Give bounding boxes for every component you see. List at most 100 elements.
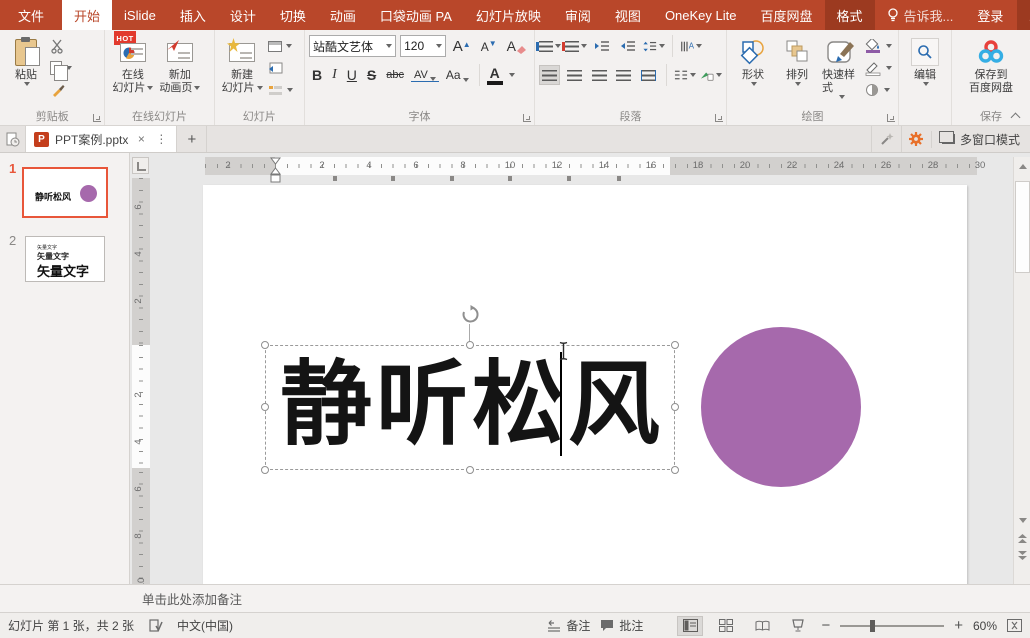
menu-tab--[interactable]: 审阅 — [553, 0, 603, 30]
distribute-button[interactable] — [638, 65, 659, 85]
resize-handle-sw[interactable] — [261, 466, 269, 474]
slide-layout-button[interactable] — [268, 37, 293, 55]
edit-button[interactable]: 编辑 — [903, 33, 947, 88]
paste-dropdown-icon[interactable] — [24, 82, 30, 86]
horizontal-ruler[interactable]: 224681012141618202224262830 — [205, 157, 977, 175]
menu-tab--pa[interactable]: 口袋动画 PA — [368, 0, 464, 30]
decrease-indent-button[interactable] — [591, 36, 613, 56]
rotation-handle-icon[interactable] — [461, 305, 480, 324]
align-right-button[interactable] — [589, 65, 610, 85]
tab-close-icon[interactable]: × — [134, 132, 148, 146]
shape-outline-button[interactable] — [865, 59, 892, 77]
new-anim-page-button[interactable]: 新加 动画页 — [156, 33, 203, 97]
settings-gear-button[interactable] — [901, 126, 931, 152]
quick-styles-dropdown-icon[interactable] — [839, 95, 845, 99]
tab-history-button[interactable] — [0, 126, 26, 152]
quick-styles-button[interactable]: 快速样式 — [819, 33, 863, 101]
multi-window-mode-button[interactable]: 多窗口模式 — [931, 131, 1030, 148]
selected-textbox[interactable]: 静听松风 — [265, 345, 675, 470]
char-spacing-button[interactable]: AV — [411, 69, 439, 82]
clipboard-dialog-launcher[interactable] — [93, 114, 101, 122]
resize-handle-ne[interactable] — [671, 341, 679, 349]
resize-handle-nw[interactable] — [261, 341, 269, 349]
font-name-dropdown-icon[interactable] — [386, 44, 392, 48]
language-status[interactable]: 中文(中国) — [177, 617, 233, 634]
shrink-font-button[interactable]: A▼ — [478, 39, 500, 54]
slide-1-thumbnail[interactable]: 静听松风 — [22, 167, 108, 218]
edit-dropdown-icon[interactable] — [923, 82, 929, 86]
increase-indent-button[interactable] — [617, 36, 639, 56]
slide-2-thumbnail[interactable]: 矢量文字 矢量文字 矢量文字 — [25, 236, 105, 282]
online-slides-dropdown-icon[interactable] — [147, 86, 153, 90]
grow-font-button[interactable]: A▲ — [450, 38, 474, 55]
resize-handle-s[interactable] — [466, 466, 474, 474]
line-spacing-button[interactable] — [643, 36, 665, 56]
bullets-button[interactable] — [539, 36, 561, 56]
section-button[interactable] — [268, 81, 293, 99]
justify-button[interactable] — [613, 65, 634, 85]
reset-slide-button[interactable] — [268, 59, 293, 77]
new-slide-dropdown-icon[interactable] — [257, 86, 263, 90]
vertical-ruler[interactable]: 642246810 — [132, 178, 150, 584]
scrollbar-thumb[interactable] — [1015, 181, 1030, 273]
format-painter-button[interactable] — [50, 81, 72, 99]
zoom-in-button[interactable]: + — [954, 621, 963, 631]
shape-effects-button[interactable] — [865, 81, 892, 99]
paragraph-dialog-launcher[interactable] — [715, 114, 723, 122]
purple-circle-shape[interactable] — [701, 327, 861, 487]
font-color-button[interactable]: A — [487, 65, 503, 85]
zoom-slider[interactable] — [840, 625, 944, 627]
font-name-combo[interactable]: 站酷文艺体 — [309, 35, 396, 57]
notes-pane[interactable]: 单击此处添加备注 — [0, 584, 1030, 612]
arrange-button[interactable]: 排列 — [775, 33, 819, 88]
new-slide-button[interactable]: 新建 幻灯片 — [219, 33, 266, 97]
zoom-out-button[interactable]: − — [821, 621, 830, 631]
menu-tab--[interactable]: 格式 — [825, 0, 875, 30]
strikethrough-abc-button[interactable]: abc — [383, 69, 407, 81]
new-tab-button[interactable]: + — [177, 126, 207, 152]
menu-tab--[interactable]: 幻灯片放映 — [464, 0, 553, 30]
resize-handle-e[interactable] — [671, 403, 679, 411]
magic-wand-button[interactable] — [871, 126, 901, 152]
cut-button[interactable] — [50, 37, 72, 55]
numbering-button[interactable] — [565, 36, 587, 56]
menu-tab--[interactable]: 切换 — [268, 0, 318, 30]
slideshow-view-button[interactable] — [785, 616, 811, 636]
align-left-button[interactable] — [539, 65, 560, 85]
fit-to-window-icon[interactable] — [1007, 619, 1022, 632]
menu-tab--[interactable]: 动画 — [318, 0, 368, 30]
align-center-button[interactable] — [564, 65, 585, 85]
font-size-combo[interactable]: 120 — [400, 35, 446, 57]
shapes-button[interactable]: 形状 — [731, 33, 775, 88]
font-color-dropdown-icon[interactable] — [509, 73, 515, 77]
text-direction-button[interactable]: A — [680, 36, 702, 56]
copy-button[interactable] — [50, 59, 72, 77]
document-tab[interactable]: P PPT案例.pptx × ⋮ — [26, 126, 177, 152]
bold-button[interactable]: B — [309, 67, 325, 83]
menu-tab--[interactable]: 登录 — [965, 0, 1015, 30]
menu-tab-file[interactable]: 文件 — [0, 0, 62, 30]
slide-sorter-view-button[interactable] — [713, 616, 739, 636]
smartart-button[interactable] — [700, 65, 722, 85]
menu-tab--[interactable]: 视图 — [603, 0, 653, 30]
font-size-dropdown-icon[interactable] — [436, 44, 442, 48]
arrange-dropdown-icon[interactable] — [795, 82, 801, 86]
reading-view-button[interactable] — [749, 616, 775, 636]
online-slides-button[interactable]: HOT 在线 幻灯片 — [109, 33, 156, 97]
italic-button[interactable]: I — [329, 67, 340, 83]
drawing-dialog-launcher[interactable] — [887, 114, 895, 122]
menu-tab--[interactable]: 百度网盘 — [748, 0, 824, 30]
menu-tab-onekey-lite[interactable]: OneKey Lite — [653, 0, 749, 30]
previous-slide-button[interactable] — [1015, 531, 1030, 546]
comments-toggle-button[interactable]: 批注 — [600, 617, 643, 634]
resize-handle-se[interactable] — [671, 466, 679, 474]
resize-handle-n[interactable] — [466, 341, 474, 349]
normal-view-button[interactable] — [677, 616, 703, 636]
scroll-down-button[interactable] — [1015, 513, 1030, 528]
spell-check-icon[interactable] — [148, 618, 163, 633]
menu-tab--[interactable]: 设计 — [218, 0, 268, 30]
strikethrough-button[interactable]: S — [364, 67, 379, 83]
resize-handle-w[interactable] — [261, 403, 269, 411]
menu-tab--[interactable]: 开始 — [62, 0, 112, 30]
change-case-button[interactable]: Aa — [443, 68, 472, 82]
